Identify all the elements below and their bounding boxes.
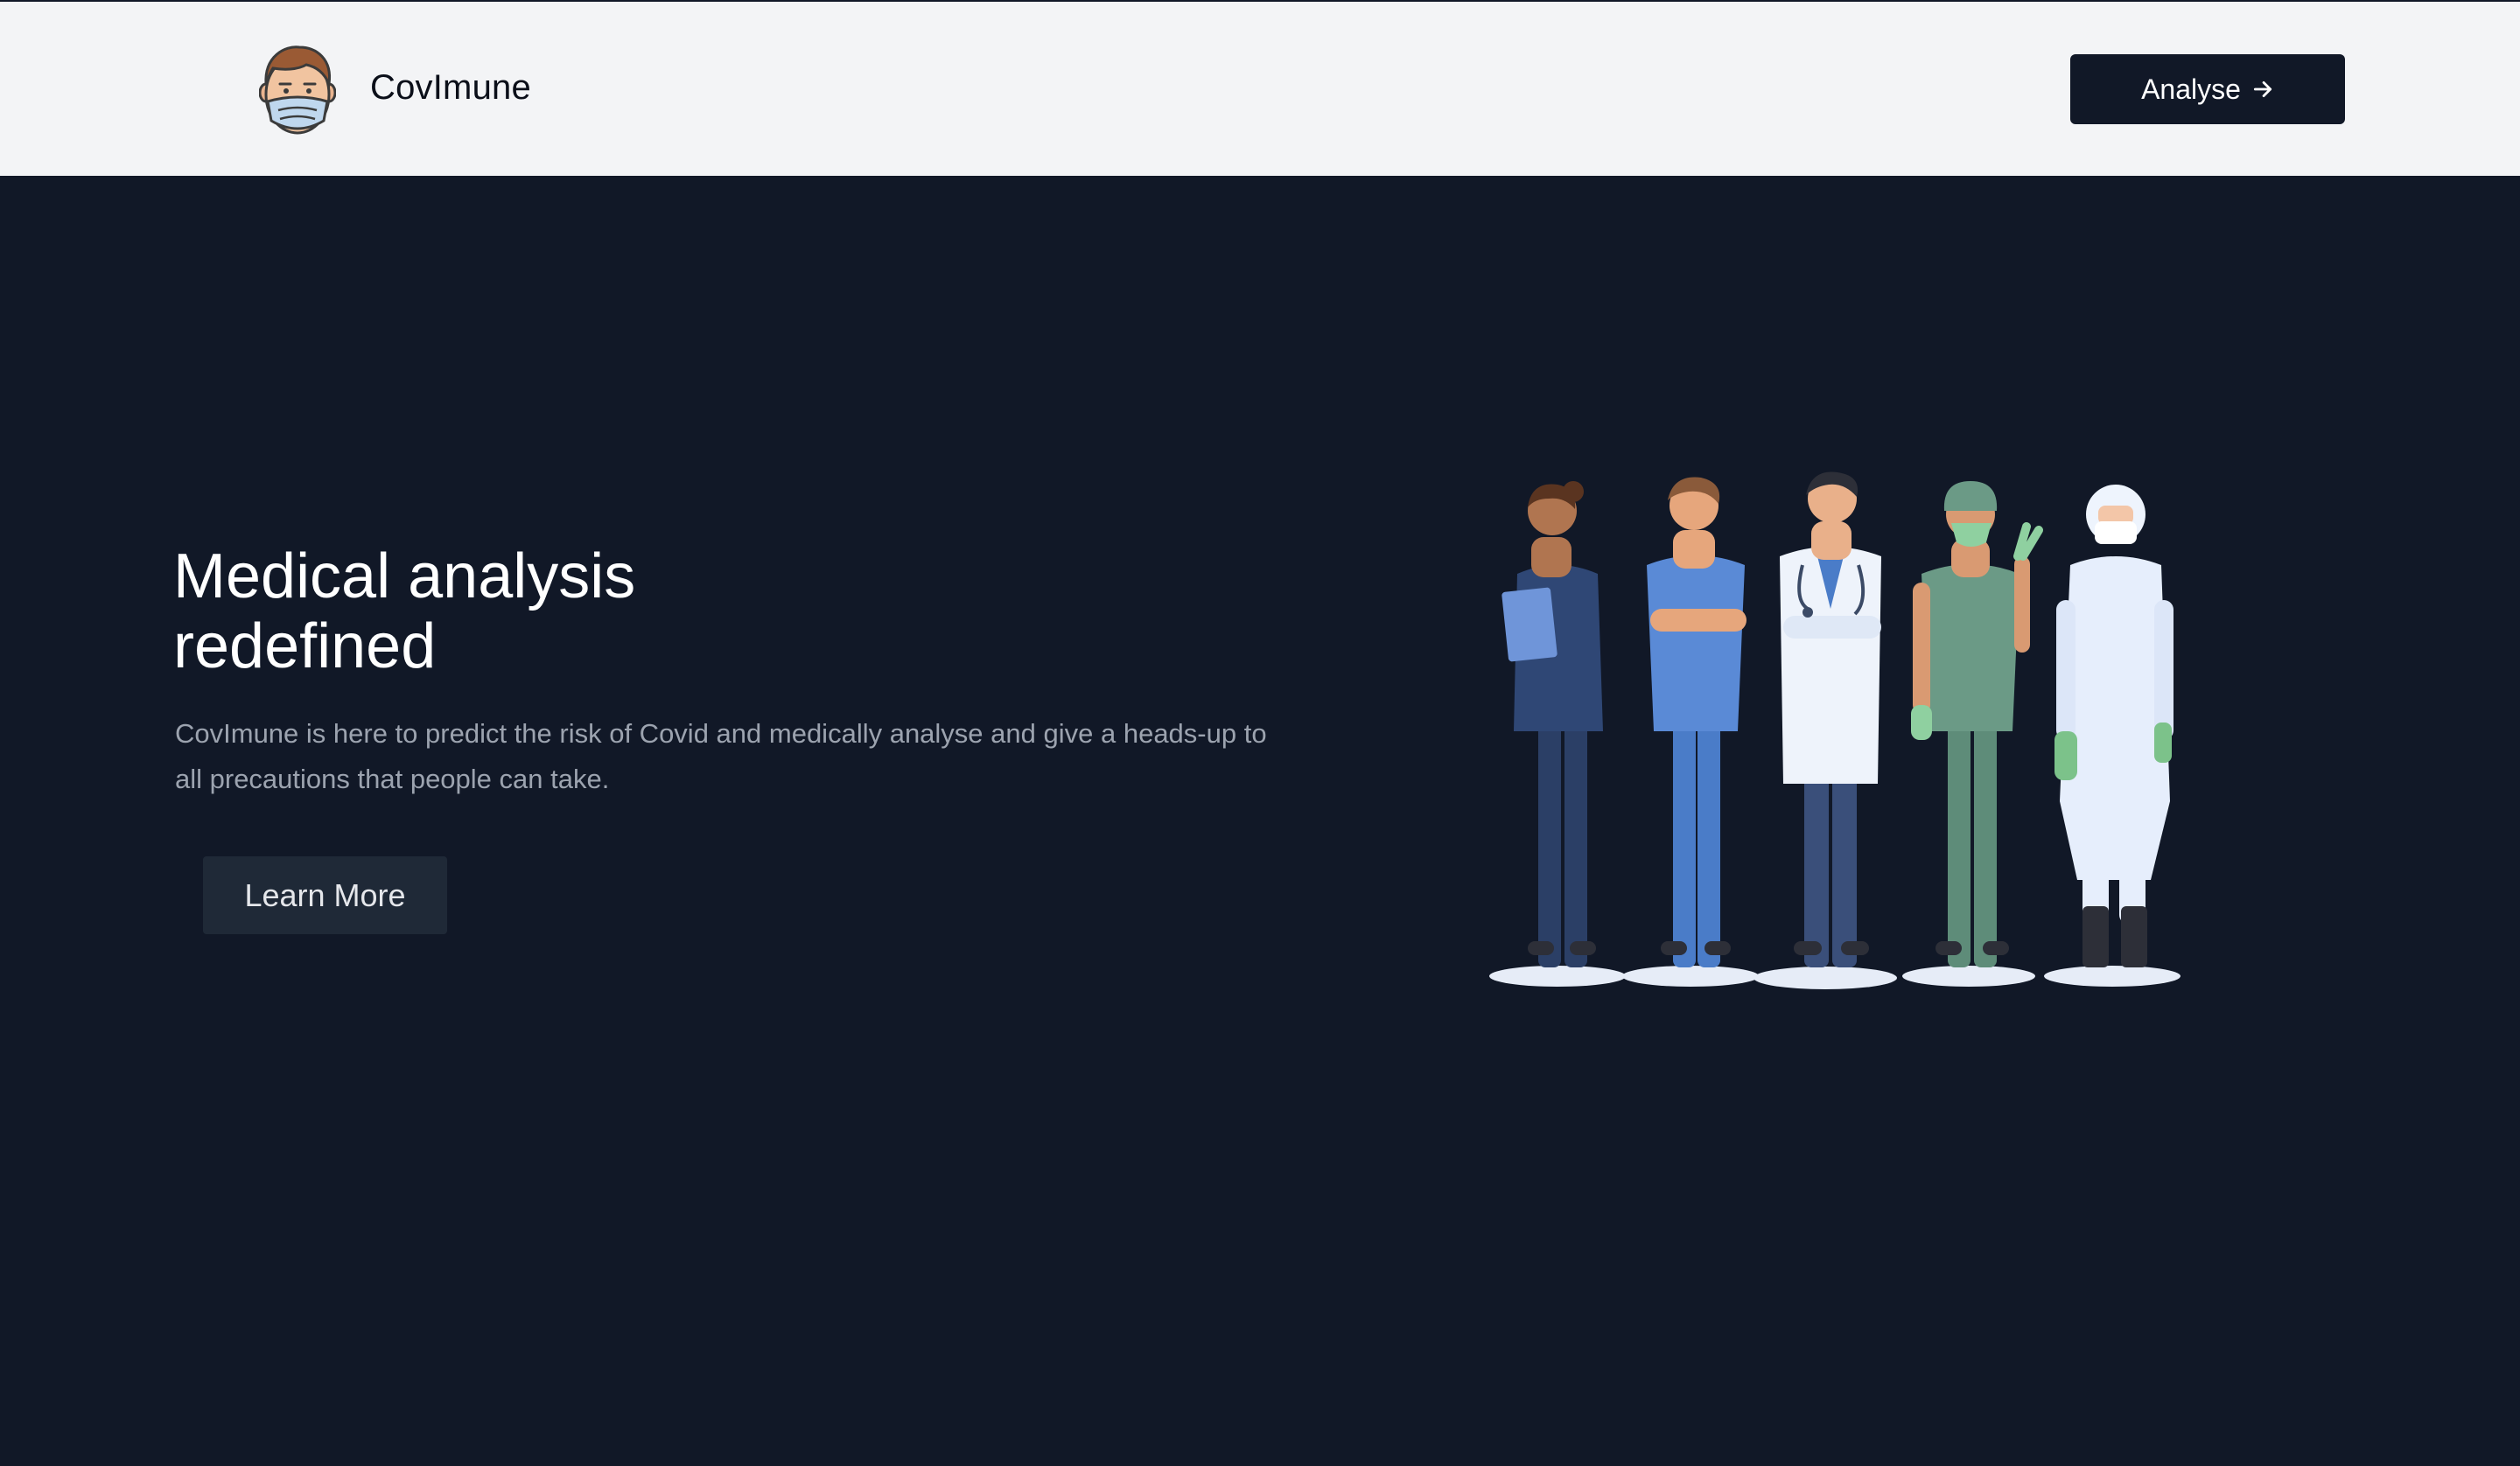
learn-more-button[interactable]: Learn More — [203, 856, 447, 934]
doctor-figure — [1780, 471, 1881, 967]
floor-shadows — [1489, 966, 2180, 989]
arrow-right-icon — [2253, 81, 2272, 97]
top-navbar: CovImune Analyse — [0, 2, 2520, 176]
medical-staff-illustration — [1489, 471, 2180, 989]
hero-title: Medical analysis redefined — [173, 541, 961, 681]
hero-section: Medical analysis redefined CovImune is h… — [0, 176, 2520, 1466]
hero-title-line2: redefined — [173, 611, 437, 681]
brand-name[interactable]: CovImune — [370, 68, 531, 108]
analyse-button[interactable]: Analyse — [2070, 54, 2345, 124]
surgeon-figure — [1911, 481, 2043, 967]
hero-title-line1: Medical analysis — [173, 541, 636, 611]
nurse-figure — [1502, 481, 1603, 967]
analyse-button-label: Analyse — [2141, 73, 2241, 105]
scrubs-man-figure — [1647, 477, 1746, 967]
hazmat-figure — [2054, 485, 2174, 967]
hero-description: CovImune is here to predict the risk of … — [175, 718, 1267, 794]
masked-face-avatar-icon — [259, 45, 336, 135]
